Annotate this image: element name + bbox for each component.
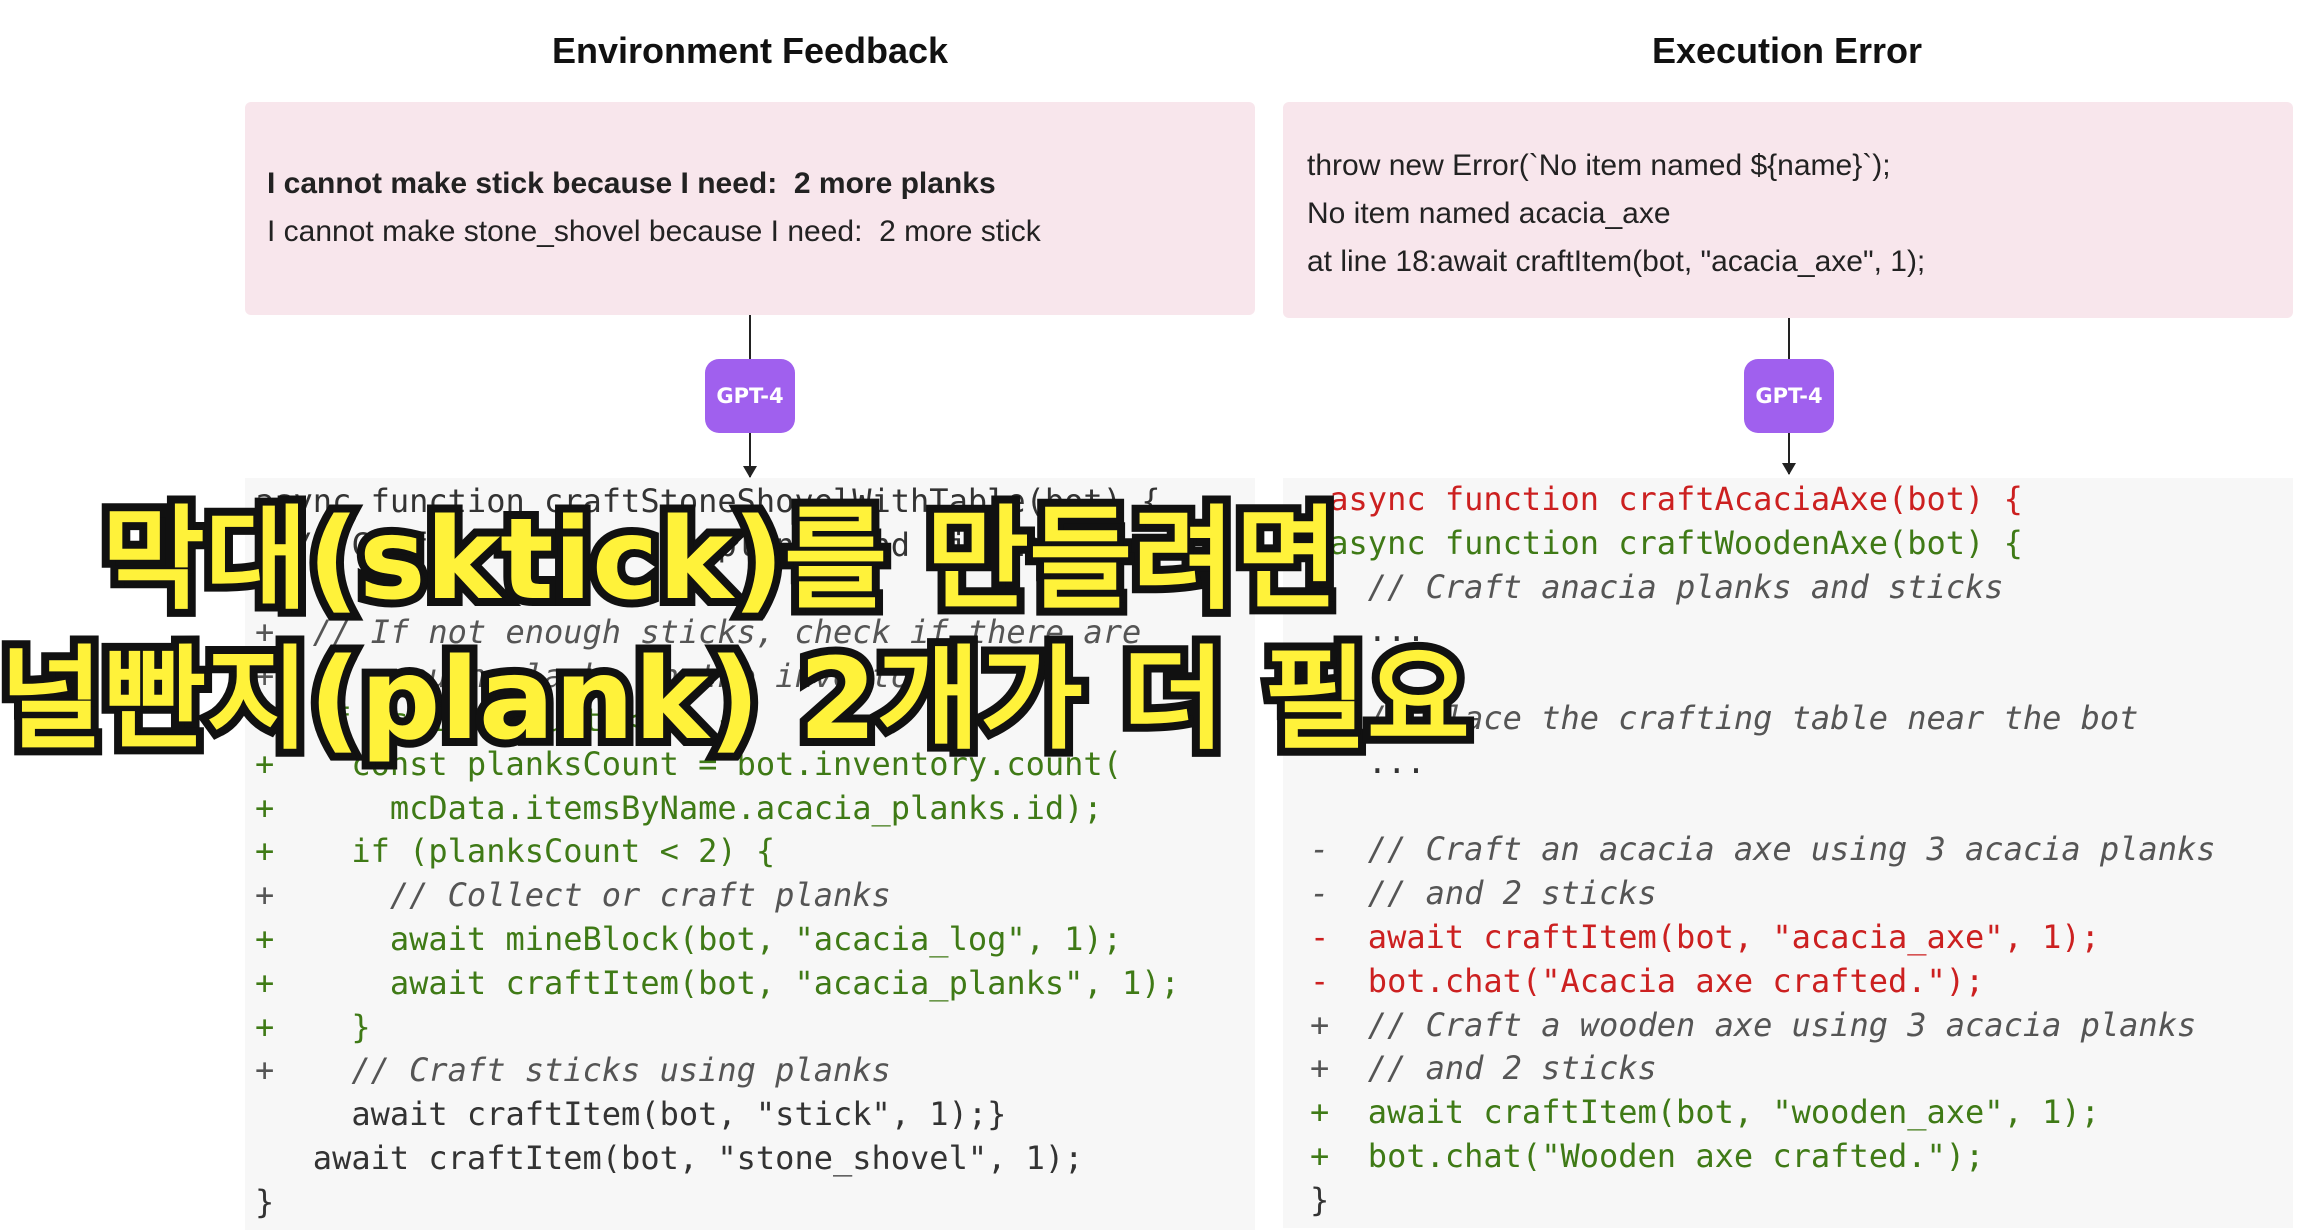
code-line: + await craftItem(bot, "wooden_axe", 1); <box>1310 1093 2100 1132</box>
code-line: // Craft anacia planks and sticks <box>1310 567 2004 606</box>
error-line: throw new Error(`No item named ${name}`)… <box>1307 149 1891 182</box>
right-title: Execution Error <box>1651 30 1923 71</box>
code-line: + // and 2 sticks <box>1310 1049 1657 1088</box>
execution-error-panel: throw new Error(`No item named ${name}`)… <box>1283 102 2293 318</box>
right-gpt4-badge: GPT-4 <box>1744 359 1834 433</box>
code-line: + mcData.itemsByName.acacia_planks.id); <box>255 788 1103 827</box>
code-line: - bot.chat("Acacia axe crafted."); <box>1310 961 1985 1000</box>
code-line: + if (planksCount < 2) { <box>255 832 776 871</box>
code-line: +async function craftWoodenAxe(bot) { <box>1310 523 2023 562</box>
code-line: - // and 2 sticks <box>1310 874 1657 913</box>
left-connector-top <box>749 315 751 359</box>
code-line: -async function craftAcaciaAxe(bot) { <box>1310 480 2023 518</box>
code-line: - await craftItem(bot, "acacia_axe", 1); <box>1310 917 2100 956</box>
caption-line-2: 널빤지(plank) 2개가 더 필요 <box>0 627 1478 773</box>
code-line: + bot.chat("Wooden axe crafted."); <box>1310 1136 1985 1175</box>
code-line: - // Craft an acacia axe using 3 acacia … <box>1310 830 2216 869</box>
code-line: + } <box>255 1007 371 1046</box>
feedback-line: I cannot make stick because I need: 2 mo… <box>267 167 996 200</box>
error-line: at line 18:await craftItem(bot, "acacia_… <box>1307 245 1926 278</box>
left-title: Environment Feedback <box>551 30 949 71</box>
code-line: } <box>1310 1180 1330 1219</box>
code-line: } <box>255 1182 275 1221</box>
right-arrowhead <box>1782 463 1796 475</box>
code-line: + // Collect or craft planks <box>255 876 891 915</box>
code-line: + await craftItem(bot, "acacia_planks", … <box>255 963 1180 1002</box>
left-gpt4-badge: GPT-4 <box>705 359 795 433</box>
feedback-line: I cannot make stone_shovel because I nee… <box>267 215 1041 248</box>
environment-feedback-panel: I cannot make stick because I need: 2 mo… <box>245 102 1255 315</box>
code-line: + await mineBlock(bot, "acacia_log", 1); <box>255 919 1122 958</box>
code-line: + // Craft a wooden axe using 3 acacia p… <box>1310 1005 2197 1044</box>
error-line: No item named acacia_axe <box>1307 197 1671 230</box>
right-connector-top <box>1788 318 1790 359</box>
left-arrowhead <box>743 466 757 478</box>
code-line: + // Craft sticks using planks <box>255 1051 891 1090</box>
code-line: await craftItem(bot, "stone_shovel", 1); <box>255 1138 1084 1177</box>
code-line: await craftItem(bot, "stick", 1);} <box>255 1095 1007 1134</box>
caption-line-1: 막대(sktick)를 만들려면 <box>94 487 1347 633</box>
